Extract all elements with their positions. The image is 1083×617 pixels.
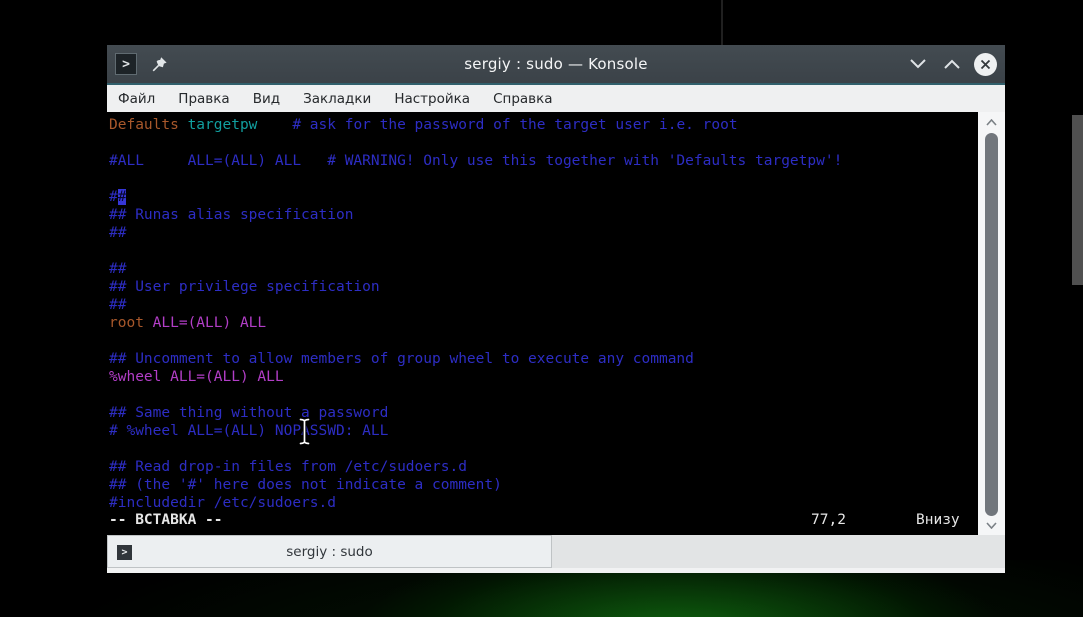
- background-scrollbar[interactable]: [1072, 115, 1083, 285]
- chevron-up-icon: [944, 59, 960, 69]
- tab-icon: >: [117, 545, 132, 560]
- minimize-button[interactable]: [906, 52, 930, 76]
- terminal-line: Defaults targetpw # ask for the password…: [109, 117, 738, 133]
- terminal-line: #ALL ALL=(ALL) ALL # WARNING! Only use t…: [109, 153, 843, 169]
- terminal-line: ## Runas alias specification: [109, 207, 354, 223]
- terminal-line: ##: [109, 189, 127, 205]
- terminal-area[interactable]: Defaults targetpw # ask for the password…: [107, 112, 1005, 535]
- menu-bookmarks[interactable]: Закладки: [303, 91, 371, 107]
- tab-icon-glyph: >: [121, 547, 128, 558]
- konsole-window: > sergiy : sudo — Konsole Файл Правка Ви…: [107, 45, 1005, 573]
- scroll-up-arrow[interactable]: [978, 114, 1005, 130]
- menu-settings[interactable]: Настройка: [394, 91, 470, 107]
- close-button[interactable]: [974, 52, 997, 76]
- terminal-line: ## Read drop-in files from /etc/sudoers.…: [109, 459, 467, 475]
- terminal-line: ## Same thing without a password: [109, 405, 389, 421]
- menu-bar: Файл Правка Вид Закладки Настройка Справ…: [107, 85, 1005, 112]
- terminal-line: #includedir /etc/sudoers.d: [109, 495, 336, 511]
- wallpaper-line: [721, 0, 723, 46]
- terminal-line: ##: [109, 261, 127, 277]
- terminal-line: ##: [109, 225, 127, 241]
- terminal-line: ## Uncomment to allow members of group w…: [109, 351, 694, 367]
- tab-label: sergiy : sudo: [286, 543, 373, 560]
- window-bottom-edge: [107, 568, 1005, 573]
- menu-help[interactable]: Справка: [493, 91, 552, 107]
- terminal-line: ## (the '#' here does not indicate a com…: [109, 477, 502, 493]
- desktop: > sergiy : sudo — Konsole Файл Правка Ви…: [0, 0, 1083, 617]
- titlebar[interactable]: > sergiy : sudo — Konsole: [107, 45, 1005, 83]
- menu-view[interactable]: Вид: [253, 91, 280, 107]
- tab-bar: > sergiy : sudo: [107, 535, 1005, 568]
- menu-file[interactable]: Файл: [118, 91, 155, 107]
- terminal-lines: Defaults targetpw # ask for the password…: [107, 112, 978, 535]
- tab-sergiy-sudo[interactable]: > sergiy : sudo: [107, 535, 552, 568]
- vim-scroll-state: Внизу: [916, 512, 960, 528]
- terminal-line: ## User privilege specification: [109, 279, 380, 295]
- terminal-line: # %wheel ALL=(ALL) NOPASSWD: ALL: [109, 423, 389, 439]
- chevron-down-icon: [910, 59, 926, 69]
- window-title: sergiy : sudo — Konsole: [464, 55, 648, 73]
- terminal-line: root ALL=(ALL) ALL: [109, 315, 267, 331]
- close-icon: [980, 59, 991, 69]
- chevron-up-icon: [986, 118, 997, 126]
- vim-cursor-position: 77,2: [811, 512, 846, 528]
- terminal-scrollbar[interactable]: [978, 112, 1005, 535]
- terminal-line: %wheel ALL=(ALL) ALL: [109, 369, 284, 385]
- maximize-button[interactable]: [940, 52, 964, 76]
- vim-mode: -- ВСТАВКА --: [109, 512, 223, 528]
- menu-edit[interactable]: Правка: [178, 91, 229, 107]
- terminal-line: ##: [109, 297, 127, 313]
- chevron-down-icon: [986, 521, 997, 529]
- vim-status-line: -- ВСТАВКА -- 77,2 Внизу: [109, 511, 978, 529]
- scroll-down-arrow[interactable]: [978, 517, 1005, 533]
- scrollbar-thumb[interactable]: [985, 133, 998, 516]
